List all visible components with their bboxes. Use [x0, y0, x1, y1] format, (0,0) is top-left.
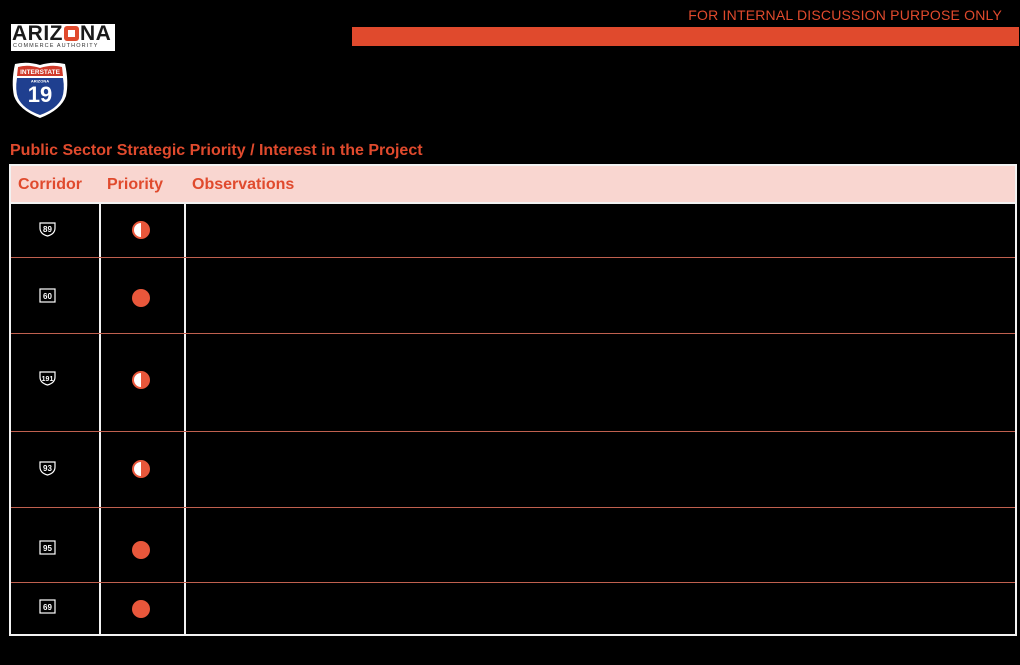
- priority-full-indicator: [132, 600, 150, 618]
- us-route-93-shield-icon: 93: [39, 461, 56, 476]
- logo-o-mark: [64, 26, 79, 41]
- us-route-89-shield-icon: 89: [39, 222, 56, 237]
- section-title: Public Sector Strategic Priority / Inter…: [10, 142, 423, 159]
- priority-full-indicator: [132, 289, 150, 307]
- table-header: Corridor Priority Observations: [11, 166, 1015, 202]
- row-divider: [11, 257, 1015, 258]
- priority-full-indicator: [132, 541, 150, 559]
- logo-word-part2: NA: [80, 22, 112, 45]
- logo-word-part1: ARIZ: [12, 22, 63, 45]
- logo-subtitle: COMMERCE AUTHORITY: [13, 43, 99, 49]
- us-route-191-shield-icon: 191: [39, 371, 56, 386]
- us-route-60-shield-icon: 60: [39, 288, 56, 303]
- priority-half-indicator: [132, 460, 150, 478]
- table-row: 191: [11, 333, 1015, 431]
- svg-text:69: 69: [43, 603, 52, 612]
- priority-half-indicator: [132, 221, 150, 239]
- svg-text:191: 191: [42, 376, 54, 383]
- svg-text:95: 95: [43, 544, 52, 553]
- arizona-commerce-authority-logo: ARIZ NA COMMERCE AUTHORITY: [11, 22, 115, 51]
- table-row: 60: [11, 257, 1015, 333]
- state-route-69-shield-icon: 69: [39, 599, 56, 614]
- table-row: 89: [11, 202, 1015, 257]
- table-row: 95: [11, 507, 1015, 582]
- column-header-corridor: Corridor: [18, 176, 82, 193]
- internal-notice: FOR INTERNAL DISCUSSION PURPOSE ONLY: [688, 7, 1002, 23]
- row-divider: [11, 507, 1015, 508]
- row-divider: [11, 202, 1015, 204]
- row-divider: [11, 333, 1015, 334]
- svg-text:89: 89: [43, 225, 52, 234]
- table-row: 69: [11, 582, 1015, 634]
- priority-half-indicator: [132, 371, 150, 389]
- state-route-95-shield-icon: 95: [39, 540, 56, 555]
- column-header-priority: Priority: [107, 176, 164, 193]
- header-accent-bar: [352, 27, 1019, 46]
- table-row: 93: [11, 431, 1015, 507]
- interstate-19-shield-icon: INTERSTATE ARIZONA 19: [11, 60, 69, 120]
- column-header-observations: Observations: [192, 176, 295, 193]
- shield-number: 19: [28, 82, 52, 107]
- shield-top-label: INTERSTATE: [20, 69, 61, 76]
- svg-text:93: 93: [43, 464, 52, 473]
- svg-text:60: 60: [43, 292, 52, 301]
- row-divider: [11, 582, 1015, 583]
- priority-table: Corridor Priority Observations 89 60 191: [9, 164, 1017, 636]
- row-divider: [11, 431, 1015, 432]
